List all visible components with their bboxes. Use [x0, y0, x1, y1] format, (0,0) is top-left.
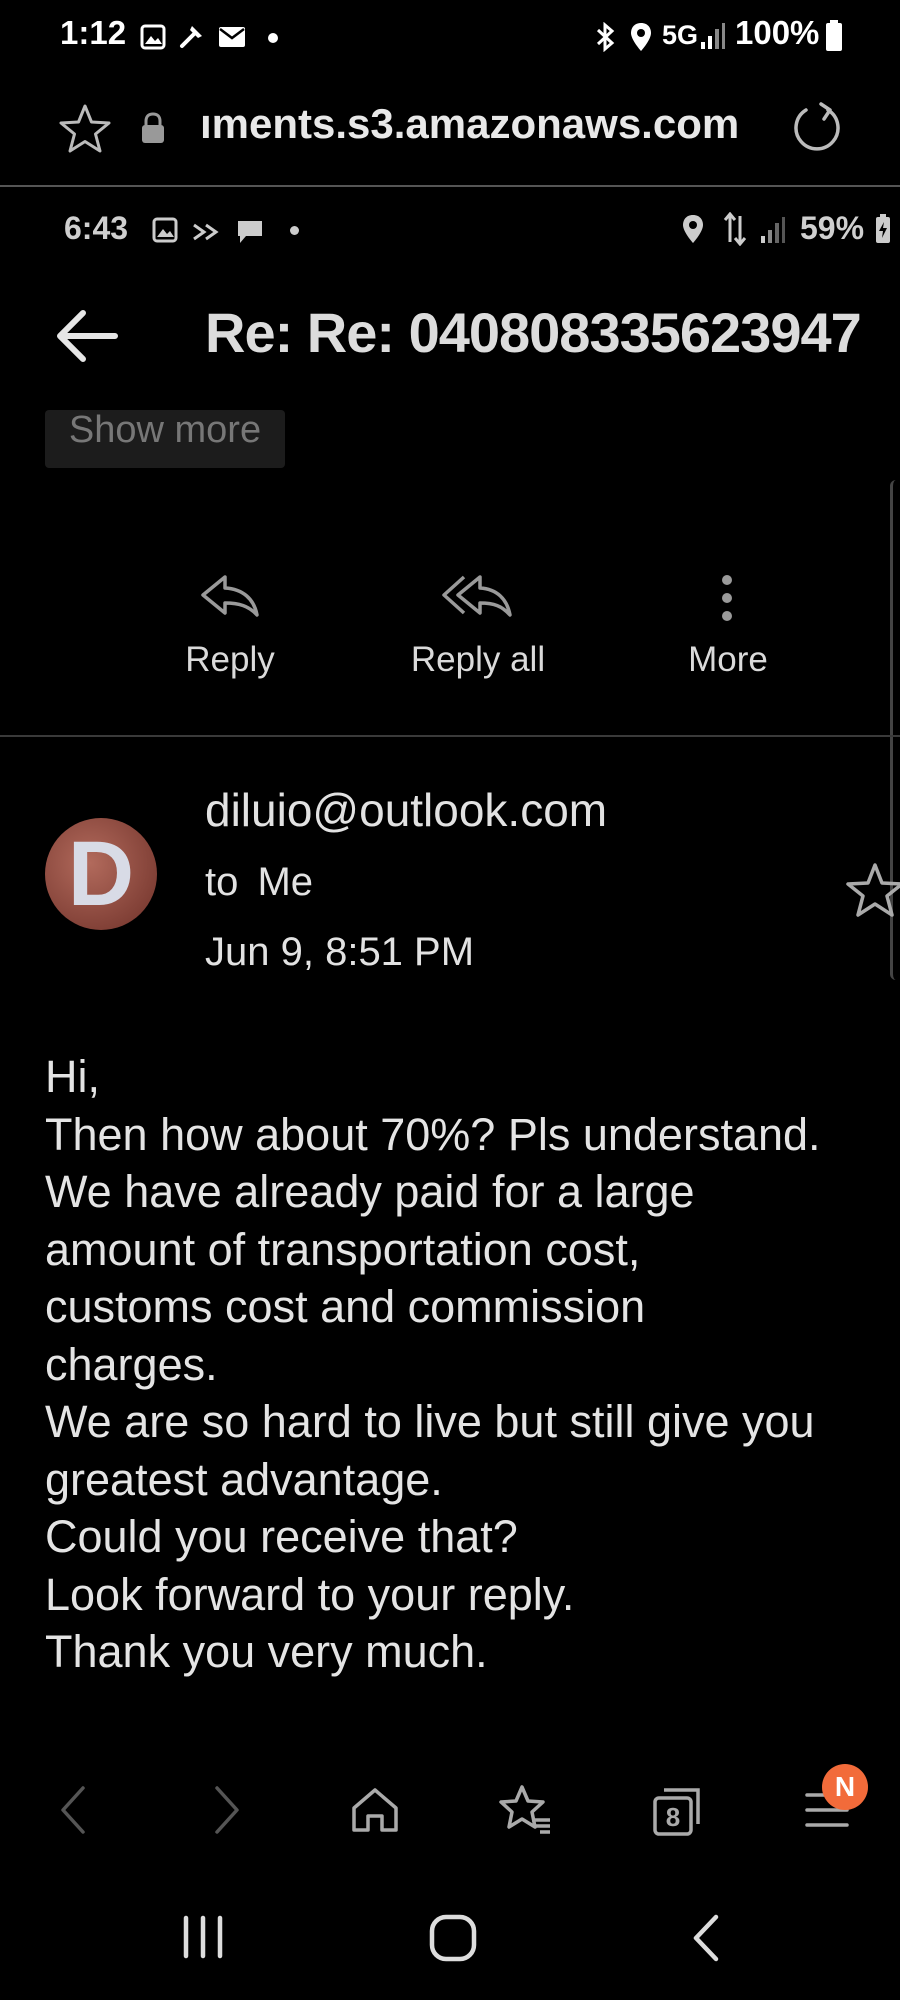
menu-badge: N [822, 1764, 868, 1810]
browser-forward-icon[interactable] [212, 1785, 242, 1835]
refresh-icon[interactable] [792, 100, 842, 154]
browser-back-icon[interactable] [58, 1785, 88, 1835]
tabs-button[interactable]: 8 [650, 1784, 704, 1838]
inner-status-time: 6:43 [64, 210, 129, 246]
avatar: D [45, 818, 157, 930]
reply-label: Reply [185, 640, 275, 679]
show-more-button[interactable]: Show more [45, 410, 285, 468]
network-type: 5G [662, 20, 699, 50]
bluetooth-icon [592, 22, 618, 52]
bookmarks-icon[interactable] [498, 1784, 554, 1836]
battery-percent: 100% [735, 14, 820, 51]
more-button[interactable]: More [618, 565, 838, 695]
body-line: Then how about 70%? Pls understand. [45, 1108, 821, 1160]
star-icon[interactable] [845, 862, 900, 920]
body-line: customs cost and commission [45, 1281, 646, 1332]
signal-icon [700, 22, 726, 50]
location-icon [630, 22, 652, 52]
avatar-letter: D [67, 823, 135, 925]
home-icon[interactable] [350, 1786, 400, 1834]
data-transfer-icon [722, 212, 748, 246]
to-prefix: to [205, 860, 239, 904]
status-bar: 1:12 5G 100% [0, 0, 900, 75]
more-vertical-icon [719, 573, 735, 623]
body-line: Thank you very much. [45, 1626, 488, 1677]
signal-icon [760, 216, 786, 244]
email-body: Hi, Then how about 70%? Pls understand. … [45, 1048, 895, 1681]
body-line: greatest advantage. [45, 1453, 443, 1505]
recipient-name: Me [257, 860, 314, 904]
back-arrow-icon[interactable] [55, 308, 119, 364]
tools-notification-icon [178, 22, 206, 50]
message-divider [0, 735, 900, 737]
inner-battery-percent: 59% [800, 210, 865, 246]
status-time: 1:12 [60, 14, 127, 51]
more-notifications-dot [290, 226, 299, 235]
more-label: More [688, 640, 768, 679]
home-button-icon[interactable] [428, 1913, 478, 1963]
url-text[interactable]: ıments.s3.amazonaws.com [200, 100, 739, 148]
fast-forward-notification-icon [192, 222, 224, 242]
email-date: Jun 9, 8:51 PM [205, 930, 475, 974]
reply-all-label: Reply all [410, 640, 546, 679]
system-back-icon[interactable] [690, 1913, 722, 1963]
gallery-notification-icon [152, 217, 178, 243]
recipient-line[interactable]: to Me [205, 860, 313, 905]
email-subject: Re: Re: 040808335623947 [205, 301, 862, 364]
body-line: Look forward to your reply. [45, 1568, 575, 1620]
battery-icon [825, 20, 843, 52]
body-line: Could you receive that? [45, 1511, 518, 1562]
reply-icon [199, 573, 261, 619]
gallery-notification-icon [140, 24, 166, 50]
sender-email[interactable]: diluio@outlook.com [205, 783, 607, 837]
reply-button[interactable]: Reply [120, 565, 340, 695]
battery-charging-icon [875, 214, 891, 244]
reply-all-icon [442, 573, 514, 619]
body-line: We have already paid for a large [45, 1166, 695, 1217]
body-line: charges. [45, 1338, 218, 1390]
tabs-count: 8 [665, 1802, 681, 1832]
bookmark-star-icon[interactable] [58, 103, 112, 155]
chat-notification-icon [236, 218, 264, 246]
mail-notification-icon [218, 26, 246, 48]
location-icon [682, 214, 704, 244]
recent-apps-icon[interactable] [180, 1915, 226, 1959]
show-more-label: Show more [68, 410, 262, 451]
body-line: Hi, [45, 1051, 100, 1102]
lock-icon [140, 112, 166, 144]
body-line: We are so hard to live but still give yo… [45, 1396, 815, 1447]
reply-all-button[interactable]: Reply all [368, 565, 588, 695]
body-line: amount of transportation cost, [45, 1223, 641, 1275]
more-notifications-dot [268, 33, 278, 43]
